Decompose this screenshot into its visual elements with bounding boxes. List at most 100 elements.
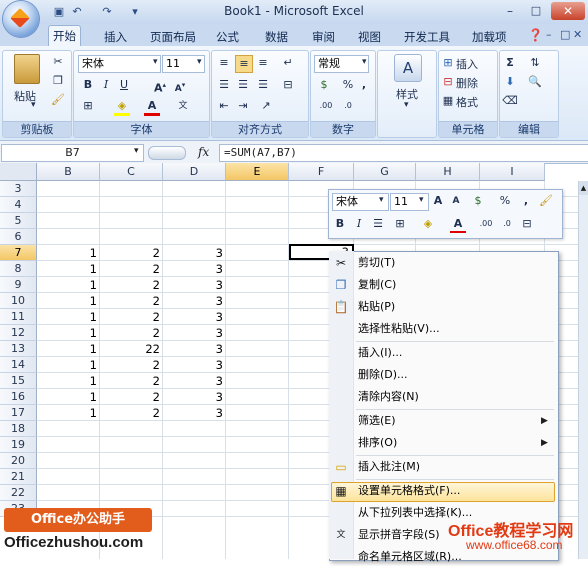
menu-item-sort[interactable]: 排序(O) xyxy=(358,434,397,452)
mini-comma-button[interactable]: , xyxy=(518,193,534,209)
increase-decimal-icon[interactable]: .00 xyxy=(318,98,334,114)
number-format-dropdown-icon[interactable]: ▾ xyxy=(362,57,367,67)
grid-cell[interactable]: 2 xyxy=(100,389,163,405)
row-header-20[interactable]: 20 xyxy=(0,453,37,469)
format-painter-icon[interactable]: 🖌 xyxy=(50,92,66,108)
formula-input[interactable]: =SUM(A7,B7) xyxy=(219,144,588,162)
menu-item-insert[interactable]: 插入(I)... xyxy=(358,344,402,362)
grid-cell[interactable]: 1 xyxy=(37,373,100,389)
maximize-icon[interactable]: □ xyxy=(524,3,548,19)
column-header-e[interactable]: E xyxy=(226,163,289,181)
row-header-4[interactable]: 4 xyxy=(0,197,37,213)
menu-item-clear-contents[interactable]: 清除内容(N) xyxy=(358,388,419,406)
grid-cell[interactable]: 3 xyxy=(163,309,226,325)
row-header-13[interactable]: 13 xyxy=(0,341,37,357)
row-header-3[interactable]: 3 xyxy=(0,181,37,197)
paste-icon[interactable] xyxy=(14,54,40,84)
grid-cell[interactable]: 2 xyxy=(100,245,163,261)
mini-shrink-font-icon[interactable]: A xyxy=(448,193,464,209)
insert-cells-icon[interactable]: ⊞ xyxy=(440,55,456,71)
align-center-icon[interactable]: ☰ xyxy=(235,77,251,93)
row-header-11[interactable]: 11 xyxy=(0,309,37,325)
mini-merge-icon[interactable]: ⊟ xyxy=(519,216,535,232)
grid-cell[interactable]: 1 xyxy=(37,325,100,341)
row-header-17[interactable]: 17 xyxy=(0,405,37,421)
font-size-dropdown-icon[interactable]: ▾ xyxy=(197,57,202,67)
grid-cell[interactable]: 3 xyxy=(163,245,226,261)
menu-item-paste[interactable]: 粘贴(P) xyxy=(358,298,395,316)
grid-cell[interactable]: 3 xyxy=(163,373,226,389)
menu-item-copy[interactable]: 复制(C) xyxy=(358,276,396,294)
fill-icon[interactable]: ⬇ xyxy=(502,74,518,90)
mini-font-color-icon[interactable]: A xyxy=(450,216,466,232)
autosum-button[interactable]: Σ xyxy=(502,55,518,71)
font-name-dropdown-icon[interactable]: ▾ xyxy=(153,57,158,67)
fill-color-icon[interactable]: ◈ xyxy=(114,98,130,114)
grid-cell[interactable]: 1 xyxy=(37,293,100,309)
styles-dropdown-icon[interactable]: ▾ xyxy=(404,100,409,110)
percent-button[interactable]: % xyxy=(340,77,356,93)
tab-view[interactable]: 视图 xyxy=(354,28,385,46)
row-header-18[interactable]: 18 xyxy=(0,421,37,437)
mini-format-painter-icon[interactable]: 🖌 xyxy=(538,193,554,209)
tab-addins[interactable]: 加载项 xyxy=(468,28,511,46)
mini-border-icon[interactable]: ⊞ xyxy=(392,216,408,232)
row-header-19[interactable]: 19 xyxy=(0,437,37,453)
row-header-8[interactable]: 8 xyxy=(0,261,37,277)
increase-indent-icon[interactable]: ⇥ xyxy=(235,98,251,114)
tab-page-layout[interactable]: 页面布局 xyxy=(146,28,200,46)
mini-font-dropdown-icon[interactable]: ▾ xyxy=(379,195,384,205)
minimize-icon[interactable]: – xyxy=(498,3,522,19)
formula-bar-slider[interactable] xyxy=(148,146,186,160)
tab-review[interactable]: 审阅 xyxy=(308,28,339,46)
workbook-close-icon[interactable]: ✕ xyxy=(573,28,582,41)
menu-item-delete[interactable]: 删除(D)... xyxy=(358,366,408,384)
mini-currency-icon[interactable]: $ xyxy=(470,193,486,209)
grid-cell[interactable]: 3 xyxy=(163,405,226,421)
select-all-corner[interactable] xyxy=(0,163,37,181)
increase-font-icon[interactable]: A▴ xyxy=(152,77,168,95)
copy-icon[interactable]: ❐ xyxy=(50,73,66,89)
menu-item-cut[interactable]: 剪切(T) xyxy=(358,254,395,272)
mini-center-icon[interactable]: ☰ xyxy=(370,216,386,232)
format-cells-icon[interactable]: ▦ xyxy=(440,93,456,109)
delete-cells-label[interactable]: 删除 xyxy=(456,75,478,91)
menu-item-paste-special[interactable]: 选择性粘贴(V)... xyxy=(358,320,440,338)
mini-bold-button[interactable]: B xyxy=(332,216,348,232)
row-header-12[interactable]: 12 xyxy=(0,325,37,341)
align-middle-icon[interactable]: ≡ xyxy=(235,55,253,73)
align-left-icon[interactable]: ☰ xyxy=(216,77,232,93)
paste-dropdown-icon[interactable]: ▾ xyxy=(31,100,36,110)
column-header-i[interactable]: I xyxy=(480,163,545,181)
grid-cell[interactable]: 1 xyxy=(37,357,100,373)
help-icon[interactable]: ❓ xyxy=(528,28,543,42)
vertical-scrollbar[interactable] xyxy=(578,181,588,559)
grid-cell[interactable]: 1 xyxy=(37,277,100,293)
align-top-icon[interactable]: ≡ xyxy=(216,55,232,71)
row-header-14[interactable]: 14 xyxy=(0,357,37,373)
mini-grow-font-icon[interactable]: A xyxy=(430,193,446,209)
row-header-15[interactable]: 15 xyxy=(0,373,37,389)
ribbon-minimize-icon[interactable]: – xyxy=(546,28,552,41)
border-icon[interactable]: ⊞ xyxy=(80,98,96,114)
decrease-decimal-icon[interactable]: .0 xyxy=(340,98,356,114)
column-header-b[interactable]: B xyxy=(37,163,100,181)
grid-cell[interactable]: 2 xyxy=(100,405,163,421)
row-header-10[interactable]: 10 xyxy=(0,293,37,309)
underline-button[interactable]: U xyxy=(116,77,132,93)
grid-cell[interactable]: 3 xyxy=(163,325,226,341)
phonetic-icon[interactable]: 文 xyxy=(175,98,191,114)
column-header-d[interactable]: D xyxy=(163,163,226,181)
grid-cell[interactable]: 22 xyxy=(100,341,163,357)
bold-button[interactable]: B xyxy=(80,77,96,93)
column-header-g[interactable]: G xyxy=(354,163,416,181)
column-header-h[interactable]: H xyxy=(416,163,480,181)
font-color-icon[interactable]: A xyxy=(144,98,160,114)
column-header-c[interactable]: C xyxy=(100,163,163,181)
delete-cells-icon[interactable]: ⊟ xyxy=(440,74,456,90)
clear-icon[interactable]: ⌫ xyxy=(502,93,518,109)
grid-cell[interactable]: 2 xyxy=(100,357,163,373)
mini-percent-button[interactable]: % xyxy=(497,193,513,209)
mini-fill-color-icon[interactable]: ◈ xyxy=(420,216,436,232)
cut-icon[interactable]: ✂ xyxy=(50,54,66,70)
